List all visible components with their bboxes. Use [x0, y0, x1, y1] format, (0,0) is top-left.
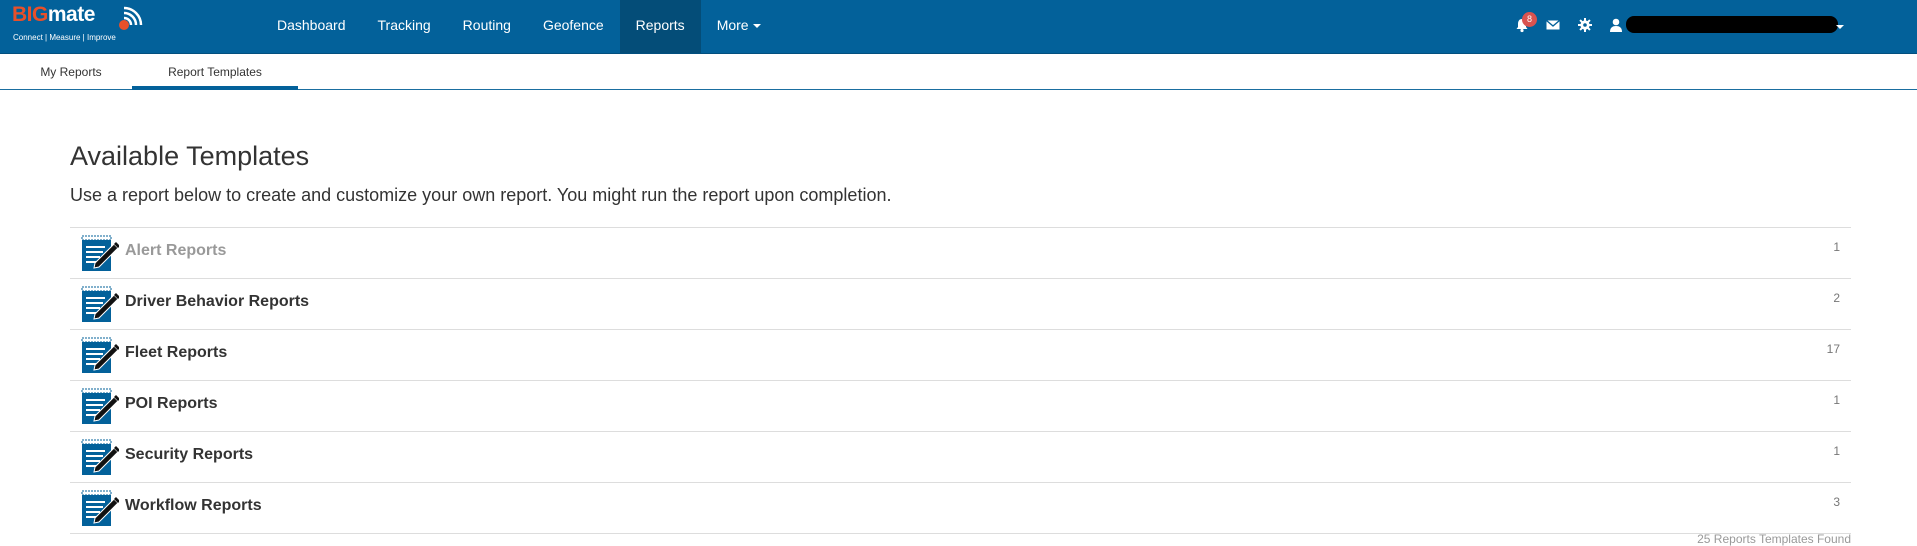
page-title: Available Templates	[70, 141, 310, 171]
template-count: 1	[1833, 240, 1840, 254]
template-row-driver-behavior-reports[interactable]: Driver Behavior Reports 2	[70, 279, 1851, 330]
template-label: POI Reports	[125, 395, 218, 412]
template-list: Alert Reports 1 Driver Behavior Reports …	[70, 227, 1851, 534]
logo-wordmark: BIGmate	[12, 2, 95, 28]
template-count: 1	[1833, 393, 1840, 407]
nav-geofence[interactable]: Geofence	[527, 0, 620, 53]
template-label: Driver Behavior Reports	[125, 293, 310, 310]
template-label: Workflow Reports	[125, 497, 262, 514]
nav-routing[interactable]: Routing	[447, 0, 527, 53]
user-name-redacted[interactable]	[1626, 16, 1838, 33]
main-nav: Dashboard Tracking Routing Geofence Repo…	[261, 0, 777, 54]
templates-found-count: 25 Reports Templates Found	[1697, 532, 1851, 546]
report-edit-icon	[81, 490, 119, 526]
nav-reports[interactable]: Reports	[619, 0, 701, 53]
nav-more-label: More	[716, 17, 749, 33]
page-subtitle: Use a report below to create and customi…	[70, 185, 892, 205]
template-row-fleet-reports[interactable]: Fleet Reports 17	[70, 330, 1851, 381]
template-label: Alert Reports	[125, 242, 227, 259]
report-edit-icon	[81, 337, 119, 373]
envelope-icon[interactable]	[1545, 17, 1561, 33]
chevron-down-icon	[752, 24, 761, 29]
tab-report-templates[interactable]: Report Templates	[132, 54, 298, 90]
report-edit-icon	[81, 286, 119, 322]
template-label: Security Reports	[125, 446, 254, 463]
signal-icon	[119, 6, 143, 30]
template-row-workflow-reports[interactable]: Workflow Reports 3	[70, 483, 1851, 534]
template-count: 1	[1833, 444, 1840, 458]
gear-icon[interactable]	[1577, 17, 1593, 33]
template-count: 2	[1833, 291, 1840, 305]
tab-my-reports[interactable]: My Reports	[24, 54, 118, 90]
logo-text-mate: mate	[47, 3, 96, 26]
report-edit-icon	[81, 439, 119, 475]
template-label: Fleet Reports	[125, 344, 228, 361]
notification-badge: 8	[1522, 12, 1537, 27]
top-navbar: BIGmate Connect | Measure | Improve Dash…	[0, 0, 1917, 54]
template-row-security-reports[interactable]: Security Reports 1	[70, 432, 1851, 483]
bigmate-logo[interactable]: BIGmate Connect | Measure | Improve	[12, 2, 143, 46]
logo-text-big: BIG	[12, 3, 48, 26]
nav-dashboard[interactable]: Dashboard	[261, 0, 362, 53]
nav-tracking[interactable]: Tracking	[362, 0, 447, 53]
nav-more[interactable]: More	[701, 0, 777, 53]
template-row-alert-reports[interactable]: Alert Reports 1	[70, 228, 1851, 279]
template-row-poi-reports[interactable]: POI Reports 1	[70, 381, 1851, 432]
report-subtabs: My Reports Report Templates	[0, 54, 1917, 90]
user-icon[interactable]	[1608, 17, 1624, 33]
user-menu-chevron-down-icon[interactable]	[1836, 25, 1844, 29]
logo-tagline: Connect | Measure | Improve	[13, 33, 116, 42]
report-edit-icon	[81, 388, 119, 424]
template-count: 3	[1833, 495, 1840, 509]
report-edit-icon	[81, 235, 119, 271]
template-count: 17	[1826, 342, 1840, 356]
